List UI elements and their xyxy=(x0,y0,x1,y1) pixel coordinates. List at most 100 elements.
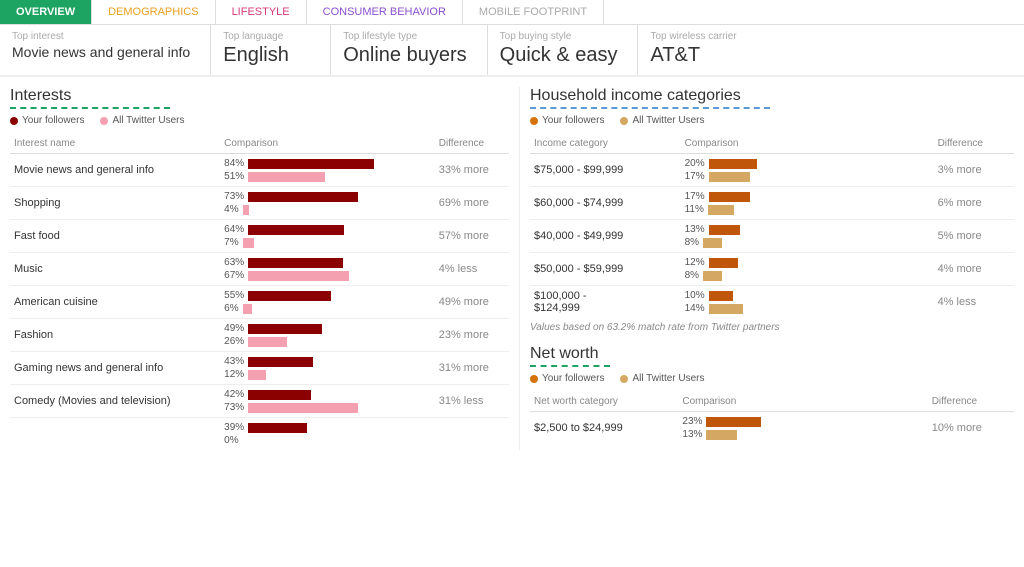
interests-title: Interests xyxy=(10,87,509,105)
legend-followers: Your followers xyxy=(10,115,84,126)
interests-table: Interest name Comparison Difference Movi… xyxy=(10,134,509,450)
table-row: $100,000 - $124,999 10% 14% 4% less xyxy=(530,286,1014,319)
table-row: $50,000 - $59,999 12% 8% 4% more xyxy=(530,253,1014,286)
networth-all-twitter-dot xyxy=(620,375,628,383)
bar-income-followers xyxy=(709,258,738,268)
bar-income-followers xyxy=(709,225,740,235)
summary-carrier: Top wireless carrier AT&T xyxy=(638,25,758,75)
bar-income-followers xyxy=(709,192,750,202)
income-difference: 6% more xyxy=(934,187,1014,220)
networth-legend-all-twitter: All Twitter Users xyxy=(620,373,704,384)
income-comparison: 13% 8% xyxy=(681,220,934,253)
income-name: $100,000 - $124,999 xyxy=(530,286,681,319)
interest-name: Comedy (Movies and television) xyxy=(10,385,220,418)
income-name: $50,000 - $59,999 xyxy=(530,253,681,286)
summary-language: Top language English xyxy=(211,25,331,75)
bar-followers xyxy=(248,225,344,235)
bar-all-twitter xyxy=(248,271,349,281)
income-difference: 4% more xyxy=(934,253,1014,286)
interest-difference: 31% less xyxy=(435,385,509,418)
interests-legend: Your followers All Twitter Users xyxy=(10,115,509,126)
bar-followers xyxy=(248,258,343,268)
summary-interest-value: Movie news and general info xyxy=(12,44,190,60)
bar-followers xyxy=(248,324,322,334)
networth-title: Net worth xyxy=(530,345,1014,363)
interest-comparison: 39% 0% xyxy=(220,418,435,451)
col-networth-cat: Net worth category xyxy=(530,392,678,412)
bar-followers xyxy=(248,192,358,202)
bar-followers xyxy=(248,423,307,433)
table-row: $75,000 - $99,999 20% 17% 3% more xyxy=(530,154,1014,187)
bar-income-all-twitter xyxy=(703,271,722,281)
nav-tab-overview[interactable]: OVERVIEW xyxy=(0,0,92,24)
interest-comparison: 64% 7% xyxy=(220,220,435,253)
bar-income-all-twitter xyxy=(708,205,734,215)
table-row: Gaming news and general info 43% 12% 31%… xyxy=(10,352,509,385)
summary-lifestyle: Top lifestyle type Online buyers xyxy=(331,25,487,75)
main-content: Interests Your followers All Twitter Use… xyxy=(0,77,1024,460)
interest-name: American cuisine xyxy=(10,286,220,319)
household-all-twitter-label: All Twitter Users xyxy=(632,115,704,126)
income-name: $40,000 - $49,999 xyxy=(530,220,681,253)
networth-underline xyxy=(530,365,610,367)
bar-all-twitter xyxy=(248,172,325,182)
summary-buying-label: Top buying style xyxy=(500,31,618,42)
summary-lifestyle-value: Online buyers xyxy=(343,44,466,67)
interest-difference: 69% more xyxy=(435,187,509,220)
followers-label: Your followers xyxy=(22,115,84,126)
bar-income-all-twitter xyxy=(709,304,743,314)
col-networth-comparison: Comparison xyxy=(678,392,927,412)
household-all-twitter-dot xyxy=(620,117,628,125)
interest-comparison: 55% 6% xyxy=(220,286,435,319)
bar-all-twitter xyxy=(243,304,252,314)
household-followers-dot xyxy=(530,117,538,125)
col-difference: Difference xyxy=(435,134,509,154)
col-income-comparison: Comparison xyxy=(681,134,934,154)
summary-interest-label: Top interest xyxy=(12,31,190,42)
bar-income-followers xyxy=(709,291,733,301)
income-name: $75,000 - $99,999 xyxy=(530,154,681,187)
col-income-diff: Difference xyxy=(934,134,1014,154)
nav-tab-consumer[interactable]: CONSUMER BEHAVIOR xyxy=(307,0,463,24)
nav-tab-lifestyle[interactable]: LIFESTYLE xyxy=(216,0,307,24)
interest-name: Gaming news and general info xyxy=(10,352,220,385)
interest-difference xyxy=(435,418,509,451)
table-row: Fashion 49% 26% 23% more xyxy=(10,319,509,352)
all-twitter-dot xyxy=(100,117,108,125)
all-twitter-label: All Twitter Users xyxy=(112,115,184,126)
networth-comparison: 23% 13% xyxy=(678,412,927,445)
nav-tab-mobile[interactable]: MOBILE FOOTPRINT xyxy=(463,0,604,24)
bar-all-twitter xyxy=(248,337,287,347)
interest-difference: 49% more xyxy=(435,286,509,319)
summary-lifestyle-label: Top lifestyle type xyxy=(343,31,466,42)
bar-all-twitter xyxy=(248,403,358,413)
table-row: Fast food 64% 7% 57% more xyxy=(10,220,509,253)
interest-comparison: 84% 51% xyxy=(220,154,435,187)
income-difference: 4% less xyxy=(934,286,1014,319)
bar-all-twitter xyxy=(248,370,266,380)
table-row: Comedy (Movies and television) 42% 73% 3… xyxy=(10,385,509,418)
household-legend-followers: Your followers xyxy=(530,115,604,126)
nav-tab-demographics[interactable]: DEMOGRAPHICS xyxy=(92,0,215,24)
interest-comparison: 73% 4% xyxy=(220,187,435,220)
summary-interest: Top interest Movie news and general info xyxy=(0,25,211,75)
networth-legend: Your followers All Twitter Users xyxy=(530,373,1014,384)
interest-comparison: 43% 12% xyxy=(220,352,435,385)
bar-nw-followers xyxy=(706,417,761,427)
bar-followers xyxy=(248,291,331,301)
networth-legend-followers: Your followers xyxy=(530,373,604,384)
interest-difference: 57% more xyxy=(435,220,509,253)
networth-followers-dot xyxy=(530,375,538,383)
interest-difference: 31% more xyxy=(435,352,509,385)
top-nav: OVERVIEW DEMOGRAPHICS LIFESTYLE CONSUMER… xyxy=(0,0,1024,25)
networth-all-twitter-label: All Twitter Users xyxy=(632,373,704,384)
bar-income-all-twitter xyxy=(703,238,722,248)
legend-all-twitter: All Twitter Users xyxy=(100,115,184,126)
interest-name xyxy=(10,418,220,451)
income-comparison: 17% 11% xyxy=(681,187,934,220)
bar-followers xyxy=(248,390,311,400)
networth-followers-label: Your followers xyxy=(542,373,604,384)
summary-bar: Top interest Movie news and general info… xyxy=(0,25,1024,77)
interest-difference: 4% less xyxy=(435,253,509,286)
income-difference: 5% more xyxy=(934,220,1014,253)
